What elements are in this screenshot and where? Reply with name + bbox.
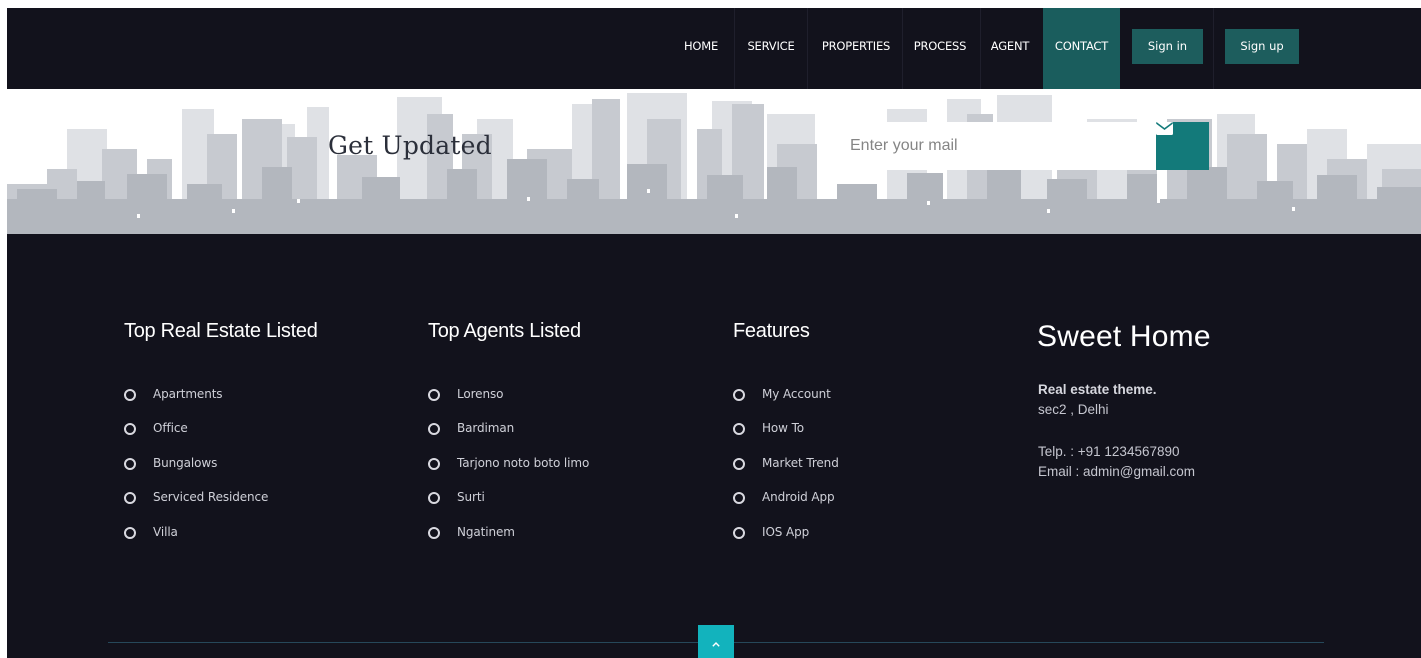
nav-agent[interactable]: AGENT xyxy=(981,8,1039,89)
circle-bullet-icon xyxy=(124,492,136,505)
circle-bullet-icon xyxy=(733,423,745,436)
circle-bullet-icon xyxy=(428,526,440,539)
circle-bullet-icon xyxy=(428,389,440,401)
brand-tagline: Real estate theme. xyxy=(1038,382,1157,397)
footer-link-ios-app[interactable]: IOS App xyxy=(762,525,809,539)
sign-in-button[interactable]: Sign in xyxy=(1132,29,1203,64)
footer-column-title: Top Agents Listed xyxy=(428,320,581,342)
footer-link-office[interactable]: Office xyxy=(153,421,188,435)
nav-process[interactable]: PROCESS xyxy=(904,8,976,89)
nav-divider xyxy=(1213,8,1214,89)
footer-link-tarjono[interactable]: Tarjono noto boto limo xyxy=(457,456,589,470)
newsletter-banner: Get Updated xyxy=(7,89,1421,234)
footer-link-villa[interactable]: Villa xyxy=(153,525,178,539)
footer-link-bungalows[interactable]: Bungalows xyxy=(153,456,217,470)
nav-service[interactable]: SERVICE xyxy=(739,8,803,89)
circle-bullet-icon xyxy=(733,492,745,505)
circle-bullet-icon xyxy=(428,457,440,470)
nav-contact[interactable]: CONTACT xyxy=(1043,8,1120,89)
circle-bullet-icon xyxy=(124,526,136,539)
brand-phone: Telp. : +91 1234567890 xyxy=(1038,444,1180,459)
footer-link-serviced-residence[interactable]: Serviced Residence xyxy=(153,490,268,504)
circle-bullet-icon xyxy=(733,526,745,539)
brand-address: sec2 , Delhi xyxy=(1038,402,1109,417)
footer-column-agents: Top Agents Listed Lorenso Bardiman Tarjo… xyxy=(428,320,589,539)
footer-column-real-estate: Top Real Estate Listed Apartments Office… xyxy=(124,320,318,539)
footer-column-features: Features My Account How To Market Trend … xyxy=(733,320,839,539)
brand-email: Email : admin@gmail.com xyxy=(1038,464,1195,479)
circle-bullet-icon xyxy=(124,457,136,470)
footer-link-bardiman[interactable]: Bardiman xyxy=(457,421,514,435)
nav-divider xyxy=(734,8,735,89)
nav-divider xyxy=(902,8,903,89)
nav-properties[interactable]: PROPERTIES xyxy=(813,8,899,89)
footer-link-market-trend[interactable]: Market Trend xyxy=(762,456,839,470)
brand-name: Sweet Home xyxy=(1037,320,1211,353)
subscribe-button[interactable] xyxy=(1156,122,1209,170)
footer-link-my-account[interactable]: My Account xyxy=(762,387,831,401)
footer-link-lorenso[interactable]: Lorenso xyxy=(457,387,503,401)
circle-bullet-icon xyxy=(124,389,136,401)
circle-bullet-icon xyxy=(733,389,745,401)
nav-divider xyxy=(807,8,808,89)
footer-link-android-app[interactable]: Android App xyxy=(762,490,835,504)
circle-bullet-icon xyxy=(428,423,440,436)
top-navbar: HOME SERVICE PROPERTIES PROCESS AGENT CO… xyxy=(7,8,1421,89)
footer-link-ngatinem[interactable]: Ngatinem xyxy=(457,525,515,539)
page: HOME SERVICE PROPERTIES PROCESS AGENT CO… xyxy=(7,8,1421,658)
footer-link-apartments[interactable]: Apartments xyxy=(153,387,223,401)
circle-bullet-icon xyxy=(124,423,136,436)
banner-title: Get Updated xyxy=(328,131,492,160)
scroll-to-top-button[interactable] xyxy=(698,625,734,658)
nav-home[interactable]: HOME xyxy=(671,8,731,89)
chevron-up-icon xyxy=(712,634,720,652)
circle-bullet-icon xyxy=(428,492,440,505)
footer-link-how-to[interactable]: How To xyxy=(762,421,804,435)
circle-bullet-icon xyxy=(733,457,745,470)
footer-column-title: Top Real Estate Listed xyxy=(124,320,318,342)
footer-column-title: Features xyxy=(733,320,810,342)
footer-link-surti[interactable]: Surti xyxy=(457,490,485,504)
sign-up-button[interactable]: Sign up xyxy=(1225,29,1299,64)
email-subscribe-input[interactable] xyxy=(835,122,1156,170)
